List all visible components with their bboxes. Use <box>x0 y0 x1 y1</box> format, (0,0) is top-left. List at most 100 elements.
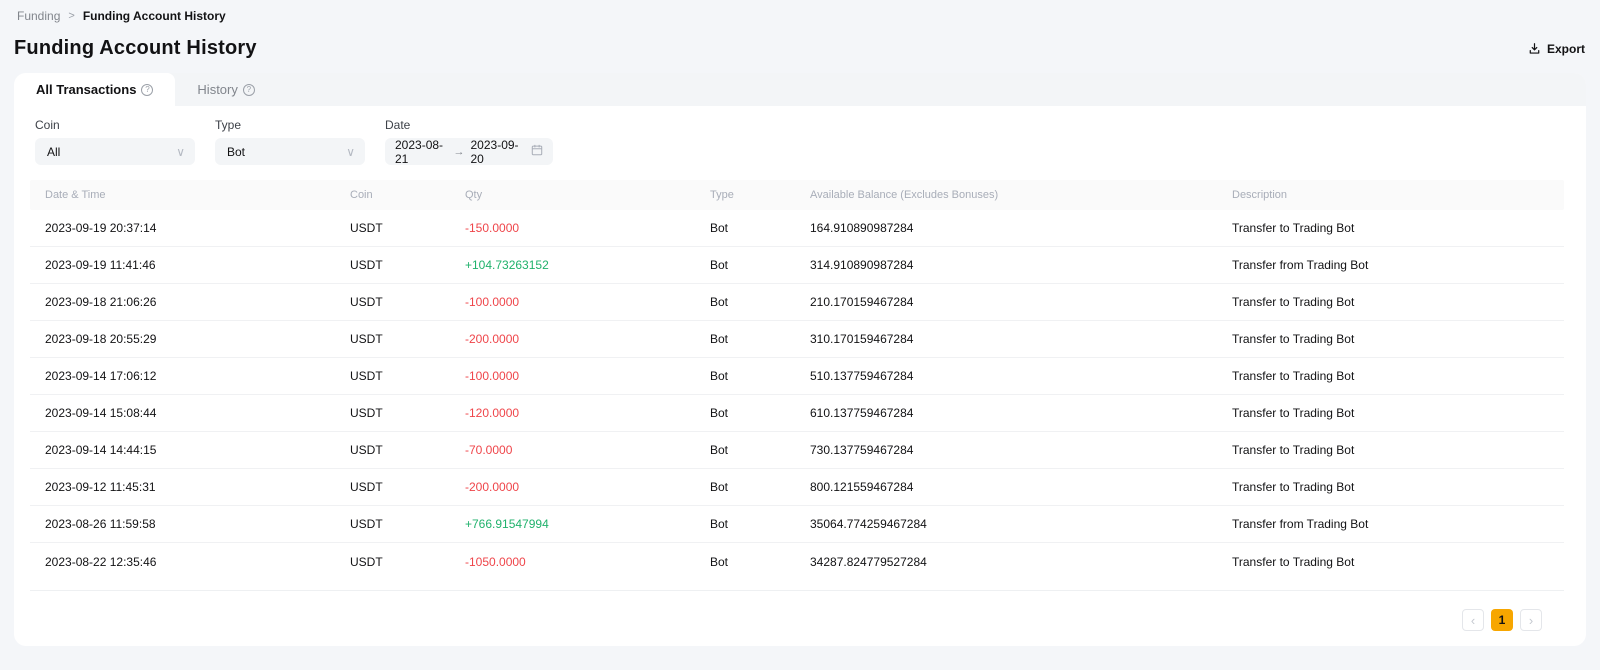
table-row[interactable]: 2023-09-14 14:44:15 USDT -70.0000 Bot 73… <box>30 432 1564 469</box>
cell-qty: +766.91547994 <box>465 517 710 531</box>
chevron-down-icon: ∨ <box>176 145 185 159</box>
cell-coin: USDT <box>350 221 465 235</box>
cell-balance: 800.121559467284 <box>810 480 1232 494</box>
cell-description: Transfer from Trading Bot <box>1232 258 1564 272</box>
table-row[interactable]: 2023-08-22 12:35:46 USDT -1050.0000 Bot … <box>30 543 1564 580</box>
table-row[interactable]: 2023-09-19 11:41:46 USDT +104.73263152 B… <box>30 247 1564 284</box>
cell-balance: 34287.824779527284 <box>810 555 1232 569</box>
type-filter-label: Type <box>215 118 365 132</box>
cell-description: Transfer to Trading Bot <box>1232 555 1564 569</box>
cell-datetime: 2023-09-12 11:45:31 <box>45 480 350 494</box>
page-title: Funding Account History <box>14 37 257 60</box>
page-header: Funding > Funding Account History Fundin… <box>0 0 1600 60</box>
breadcrumb-funding-link[interactable]: Funding <box>17 9 60 23</box>
tab-history-label: History <box>197 82 237 97</box>
cell-balance: 610.137759467284 <box>810 406 1232 420</box>
export-button[interactable]: Export <box>1528 42 1585 56</box>
tab-all-transactions-label: All Transactions <box>36 82 136 97</box>
cell-description: Transfer to Trading Bot <box>1232 221 1564 235</box>
info-icon[interactable]: ? <box>243 84 255 96</box>
table-row[interactable]: 2023-09-18 20:55:29 USDT -200.0000 Bot 3… <box>30 321 1564 358</box>
cell-qty: -200.0000 <box>465 332 710 346</box>
cell-coin: USDT <box>350 480 465 494</box>
cell-coin: USDT <box>350 443 465 457</box>
cell-type: Bot <box>710 480 810 494</box>
cell-description: Transfer to Trading Bot <box>1232 406 1564 420</box>
breadcrumb-current: Funding Account History <box>83 9 226 23</box>
cell-description: Transfer from Trading Bot <box>1232 517 1564 531</box>
col-header-type: Type <box>710 189 810 201</box>
date-range-picker[interactable]: 2023-08-21 → 2023-09-20 <box>385 138 553 165</box>
pagination: ‹ 1 › <box>30 609 1564 631</box>
cell-datetime: 2023-09-14 17:06:12 <box>45 369 350 383</box>
cell-datetime: 2023-09-19 20:37:14 <box>45 221 350 235</box>
cell-datetime: 2023-08-22 12:35:46 <box>45 555 350 569</box>
cell-type: Bot <box>710 258 810 272</box>
cell-type: Bot <box>710 517 810 531</box>
cell-description: Transfer to Trading Bot <box>1232 443 1564 457</box>
cell-datetime: 2023-09-18 20:55:29 <box>45 332 350 346</box>
cell-type: Bot <box>710 332 810 346</box>
coin-select-value: All <box>47 145 60 159</box>
tab-history[interactable]: History ? <box>175 73 276 106</box>
prev-page-button[interactable]: ‹ <box>1462 609 1484 631</box>
type-select-value: Bot <box>227 145 245 159</box>
table-row[interactable]: 2023-09-14 15:08:44 USDT -120.0000 Bot 6… <box>30 395 1564 432</box>
date-filter-label: Date <box>385 118 553 132</box>
chevron-down-icon: ∨ <box>346 145 355 159</box>
cell-coin: USDT <box>350 295 465 309</box>
cell-balance: 730.137759467284 <box>810 443 1232 457</box>
type-select[interactable]: Bot ∨ <box>215 138 365 165</box>
col-header-coin: Coin <box>350 189 465 201</box>
table-body: 2023-09-19 20:37:14 USDT -150.0000 Bot 1… <box>30 210 1564 580</box>
cell-qty: -1050.0000 <box>465 555 710 569</box>
col-header-qty: Qty <box>465 189 710 201</box>
arrow-right-icon: → <box>454 146 465 158</box>
cell-qty: +104.73263152 <box>465 258 710 272</box>
cell-qty: -200.0000 <box>465 480 710 494</box>
cell-balance: 314.910890987284 <box>810 258 1232 272</box>
export-label: Export <box>1547 42 1585 56</box>
history-card: All Transactions ? History ? Coin All ∨ … <box>14 73 1586 646</box>
cell-datetime: 2023-09-19 11:41:46 <box>45 258 350 272</box>
cell-coin: USDT <box>350 332 465 346</box>
cell-type: Bot <box>710 443 810 457</box>
cell-qty: -100.0000 <box>465 369 710 383</box>
tab-all-transactions[interactable]: All Transactions ? <box>14 73 175 106</box>
cell-coin: USDT <box>350 555 465 569</box>
calendar-icon <box>531 144 543 159</box>
breadcrumb: Funding > Funding Account History <box>17 8 1585 24</box>
cell-balance: 510.137759467284 <box>810 369 1232 383</box>
download-icon <box>1528 42 1541 55</box>
cell-balance: 164.910890987284 <box>810 221 1232 235</box>
table-row[interactable]: 2023-09-19 20:37:14 USDT -150.0000 Bot 1… <box>30 210 1564 247</box>
breadcrumb-separator-icon: > <box>68 10 74 22</box>
info-icon[interactable]: ? <box>141 84 153 96</box>
cell-balance: 35064.774259467284 <box>810 517 1232 531</box>
cell-description: Transfer to Trading Bot <box>1232 369 1564 383</box>
table-row[interactable]: 2023-09-18 21:06:26 USDT -100.0000 Bot 2… <box>30 284 1564 321</box>
cell-description: Transfer to Trading Bot <box>1232 480 1564 494</box>
cell-coin: USDT <box>350 406 465 420</box>
col-header-datetime: Date & Time <box>45 189 350 201</box>
cell-description: Transfer to Trading Bot <box>1232 332 1564 346</box>
cell-coin: USDT <box>350 369 465 383</box>
next-page-button[interactable]: › <box>1520 609 1542 631</box>
cell-balance: 310.170159467284 <box>810 332 1232 346</box>
cell-description: Transfer to Trading Bot <box>1232 295 1564 309</box>
coin-filter-label: Coin <box>35 118 195 132</box>
table-row[interactable]: 2023-09-14 17:06:12 USDT -100.0000 Bot 5… <box>30 358 1564 395</box>
table-row[interactable]: 2023-09-12 11:45:31 USDT -200.0000 Bot 8… <box>30 469 1564 506</box>
coin-select[interactable]: All ∨ <box>35 138 195 165</box>
col-header-balance: Available Balance (Excludes Bonuses) <box>810 189 1232 201</box>
cell-type: Bot <box>710 221 810 235</box>
cell-datetime: 2023-09-18 21:06:26 <box>45 295 350 309</box>
table-row[interactable]: 2023-08-26 11:59:58 USDT +766.91547994 B… <box>30 506 1564 543</box>
cell-datetime: 2023-09-14 14:44:15 <box>45 443 350 457</box>
cell-type: Bot <box>710 555 810 569</box>
col-header-description: Description <box>1232 189 1564 201</box>
page-number-button[interactable]: 1 <box>1491 609 1513 631</box>
date-end-value: 2023-09-20 <box>471 138 524 166</box>
cell-type: Bot <box>710 406 810 420</box>
chevron-left-icon: ‹ <box>1471 613 1475 628</box>
